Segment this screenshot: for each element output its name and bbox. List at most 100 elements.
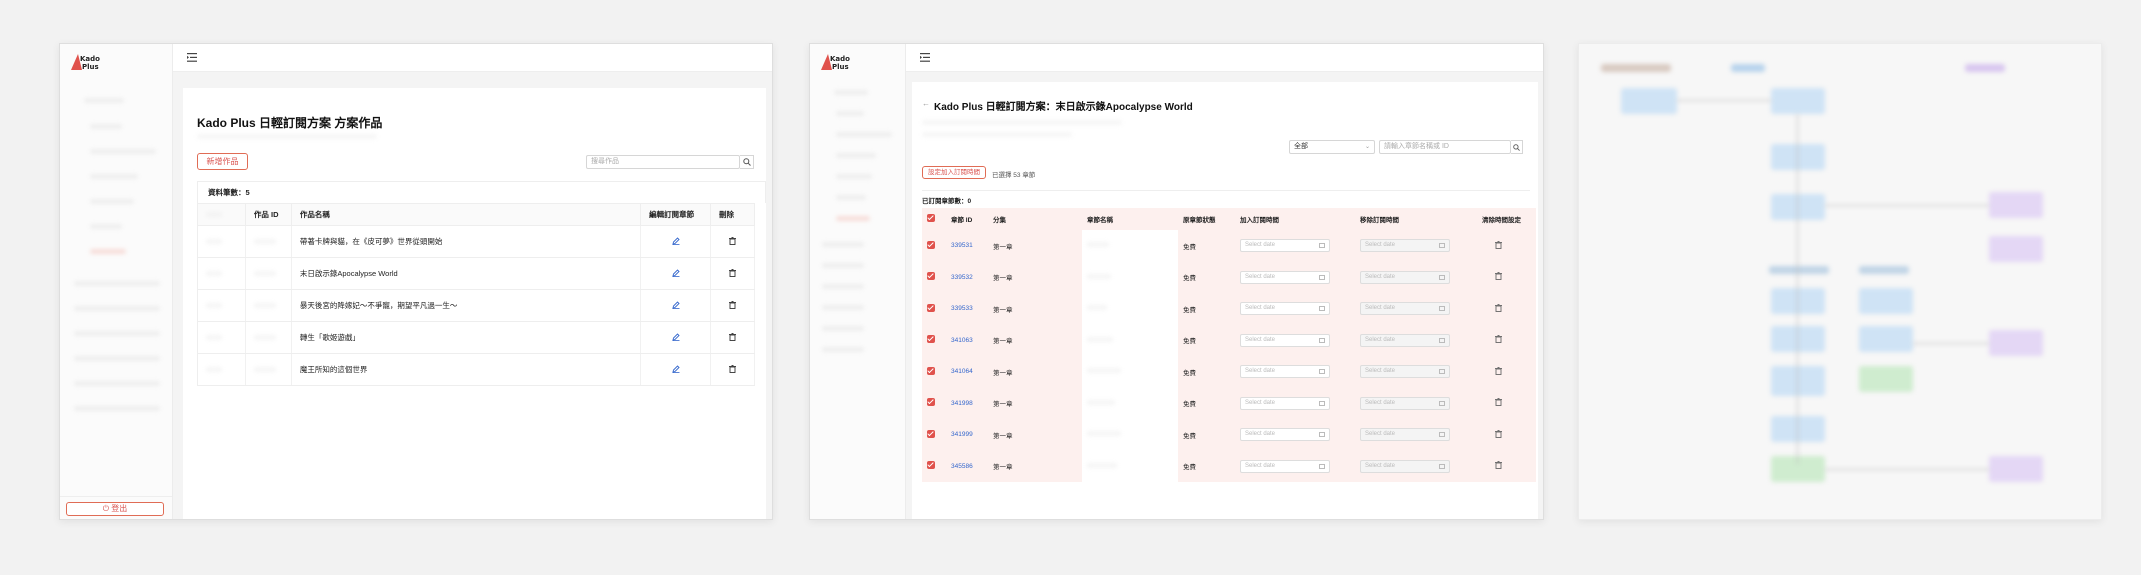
chapter-id-link[interactable]: 341064 bbox=[946, 356, 988, 388]
checkbox-checked-icon bbox=[927, 461, 935, 470]
clear-time-button[interactable] bbox=[1477, 293, 1536, 325]
remove-time-date-picker[interactable]: Select date bbox=[1360, 459, 1450, 473]
table-row[interactable]: 341999 第一章 免費 Select date Select date bbox=[922, 419, 1536, 451]
delete-button[interactable] bbox=[710, 257, 755, 290]
add-time-date-picker[interactable]: Select date bbox=[1240, 365, 1330, 379]
menu-fold-icon[interactable] bbox=[920, 53, 930, 62]
row-blurred-cell bbox=[197, 225, 246, 258]
table-row[interactable]: 339532 第一章 免費 Select date Select date bbox=[922, 261, 1536, 293]
clear-time-button[interactable] bbox=[1477, 450, 1536, 482]
clear-time-button[interactable] bbox=[1477, 261, 1536, 293]
remove-time-date-picker[interactable]: Select date bbox=[1360, 333, 1450, 347]
set-subscribe-time-button[interactable]: 設定加入訂閱時間 bbox=[922, 166, 986, 179]
delete-button[interactable] bbox=[710, 225, 755, 258]
add-time-date-picker[interactable]: Select date bbox=[1240, 428, 1330, 442]
remove-time-date-picker[interactable]: Select date bbox=[1360, 302, 1450, 316]
row-checkbox[interactable] bbox=[922, 387, 946, 419]
chapter-id-link[interactable]: 345586 bbox=[946, 450, 988, 482]
row-blurred-cell bbox=[197, 257, 246, 290]
add-time-date-picker[interactable]: Select date bbox=[1240, 459, 1330, 473]
add-work-button[interactable]: 新增作品 bbox=[197, 153, 248, 170]
calendar-icon bbox=[1439, 463, 1445, 469]
remove-time-date-picker[interactable]: Select date bbox=[1360, 428, 1450, 442]
menu-fold-icon[interactable] bbox=[187, 53, 197, 62]
delete-button[interactable] bbox=[710, 289, 755, 322]
row-checkbox[interactable] bbox=[922, 293, 946, 325]
trash-icon bbox=[1495, 335, 1502, 344]
add-time-cell: Select date bbox=[1235, 324, 1355, 356]
edit-chapters-button[interactable] bbox=[640, 225, 712, 258]
pencil-icon bbox=[671, 236, 680, 245]
row-checkbox[interactable] bbox=[922, 230, 946, 262]
table-row[interactable]: 341063 第一章 免費 Select date Select date bbox=[922, 324, 1536, 356]
remove-time-date-picker[interactable]: Select date bbox=[1360, 270, 1450, 284]
row-checkbox[interactable] bbox=[922, 419, 946, 451]
filter-select[interactable]: 全部 ⌄ bbox=[1289, 140, 1375, 154]
clear-time-button[interactable] bbox=[1477, 356, 1536, 388]
delete-button[interactable] bbox=[710, 353, 755, 386]
add-time-date-picker[interactable]: Select date bbox=[1240, 396, 1330, 410]
table-row[interactable]: 341064 第一章 免費 Select date Select date bbox=[922, 356, 1536, 388]
table-row[interactable]: 339533 第一章 免費 Select date Select date bbox=[922, 293, 1536, 325]
select-all-checkbox[interactable] bbox=[922, 208, 946, 230]
remove-time-date-picker[interactable]: Select date bbox=[1360, 396, 1450, 410]
table-row[interactable]: 暴天後宮的降嫁妃～不爭寵，期望平凡過一生～ bbox=[197, 289, 755, 322]
original-status: 免費 bbox=[1178, 324, 1235, 356]
pencil-icon bbox=[671, 268, 680, 277]
col-delete: 刪除 bbox=[710, 203, 755, 226]
edit-chapters-button[interactable] bbox=[640, 289, 712, 322]
add-time-date-picker[interactable]: Select date bbox=[1240, 270, 1330, 284]
work-search-input[interactable]: 搜尋作品 bbox=[586, 155, 740, 169]
table-row[interactable]: 轉生「歌姬遊戲」 bbox=[197, 321, 755, 354]
table-header: 作品 ID 作品名稱 編輯訂閱章節 刪除 bbox=[197, 203, 755, 226]
chapter-name-blurred bbox=[1082, 356, 1178, 388]
delete-button[interactable] bbox=[710, 321, 755, 354]
row-blurred-cell bbox=[197, 289, 246, 322]
clear-time-button[interactable] bbox=[1477, 419, 1536, 451]
row-checkbox[interactable] bbox=[922, 450, 946, 482]
row-checkbox[interactable] bbox=[922, 324, 946, 356]
table-row[interactable]: 345586 第一章 免費 Select date Select date bbox=[922, 450, 1536, 482]
row-checkbox[interactable] bbox=[922, 261, 946, 293]
work-name: 轉生「歌姬遊戲」 bbox=[291, 321, 642, 354]
original-status: 免費 bbox=[1178, 387, 1235, 419]
row-checkbox[interactable] bbox=[922, 356, 946, 388]
remove-time-cell: Select date bbox=[1355, 450, 1477, 482]
edit-chapters-button[interactable] bbox=[640, 257, 712, 290]
edit-chapters-button[interactable] bbox=[640, 321, 712, 354]
chapter-id-link[interactable]: 341063 bbox=[946, 324, 988, 356]
main-content: Kado Plus 日輕訂閱方案 方案作品 新增作品 搜尋作品 資料筆數：5 作… bbox=[173, 72, 772, 519]
add-time-date-picker[interactable]: Select date bbox=[1240, 239, 1330, 253]
original-status: 免費 bbox=[1178, 450, 1235, 482]
add-time-date-picker[interactable]: Select date bbox=[1240, 302, 1330, 316]
main-content: ← Kado Plus 日輕訂閱方案：末日啟示錄Apocalypse World… bbox=[906, 72, 1543, 519]
calendar-icon bbox=[1439, 337, 1445, 343]
table-row[interactable]: 魔王所知的這個世界 bbox=[197, 353, 755, 386]
add-time-cell: Select date bbox=[1235, 419, 1355, 451]
edit-chapters-button[interactable] bbox=[640, 353, 712, 386]
table-row[interactable]: 末日啟示錄Apocalypse World bbox=[197, 257, 755, 290]
search-button[interactable] bbox=[740, 155, 754, 169]
chapter-id-link[interactable]: 339532 bbox=[946, 261, 988, 293]
original-status: 免費 bbox=[1178, 419, 1235, 451]
remove-time-cell: Select date bbox=[1355, 324, 1477, 356]
logout-button[interactable]: ⏻ 登出 bbox=[66, 502, 164, 516]
remove-time-date-picker[interactable]: Select date bbox=[1360, 365, 1450, 379]
remove-time-date-picker[interactable]: Select date bbox=[1360, 239, 1450, 253]
chapter-search-input[interactable]: 請輸入章節名稱或 ID bbox=[1379, 140, 1511, 154]
clear-time-button[interactable] bbox=[1477, 230, 1536, 262]
chapter-id-link[interactable]: 341998 bbox=[946, 387, 988, 419]
chapter-id-link[interactable]: 339531 bbox=[946, 230, 988, 262]
table-row[interactable]: 339531 第一章 免費 Select date Select date bbox=[922, 230, 1536, 262]
table-row[interactable]: 帶著卡牌與貓，在《皮可夢》世界從頭開始 bbox=[197, 225, 755, 258]
back-arrow-icon[interactable]: ← bbox=[922, 99, 930, 108]
search-button[interactable] bbox=[1511, 140, 1523, 154]
trash-icon bbox=[729, 364, 737, 373]
clear-time-button[interactable] bbox=[1477, 387, 1536, 419]
clear-time-button[interactable] bbox=[1477, 324, 1536, 356]
chapter-id-link[interactable]: 341999 bbox=[946, 419, 988, 451]
add-time-date-picker[interactable]: Select date bbox=[1240, 333, 1330, 347]
table-row[interactable]: 341998 第一章 免費 Select date Select date bbox=[922, 387, 1536, 419]
page-title: Kado Plus 日輕訂閱方案 方案作品 bbox=[197, 116, 383, 130]
chapter-id-link[interactable]: 339533 bbox=[946, 293, 988, 325]
